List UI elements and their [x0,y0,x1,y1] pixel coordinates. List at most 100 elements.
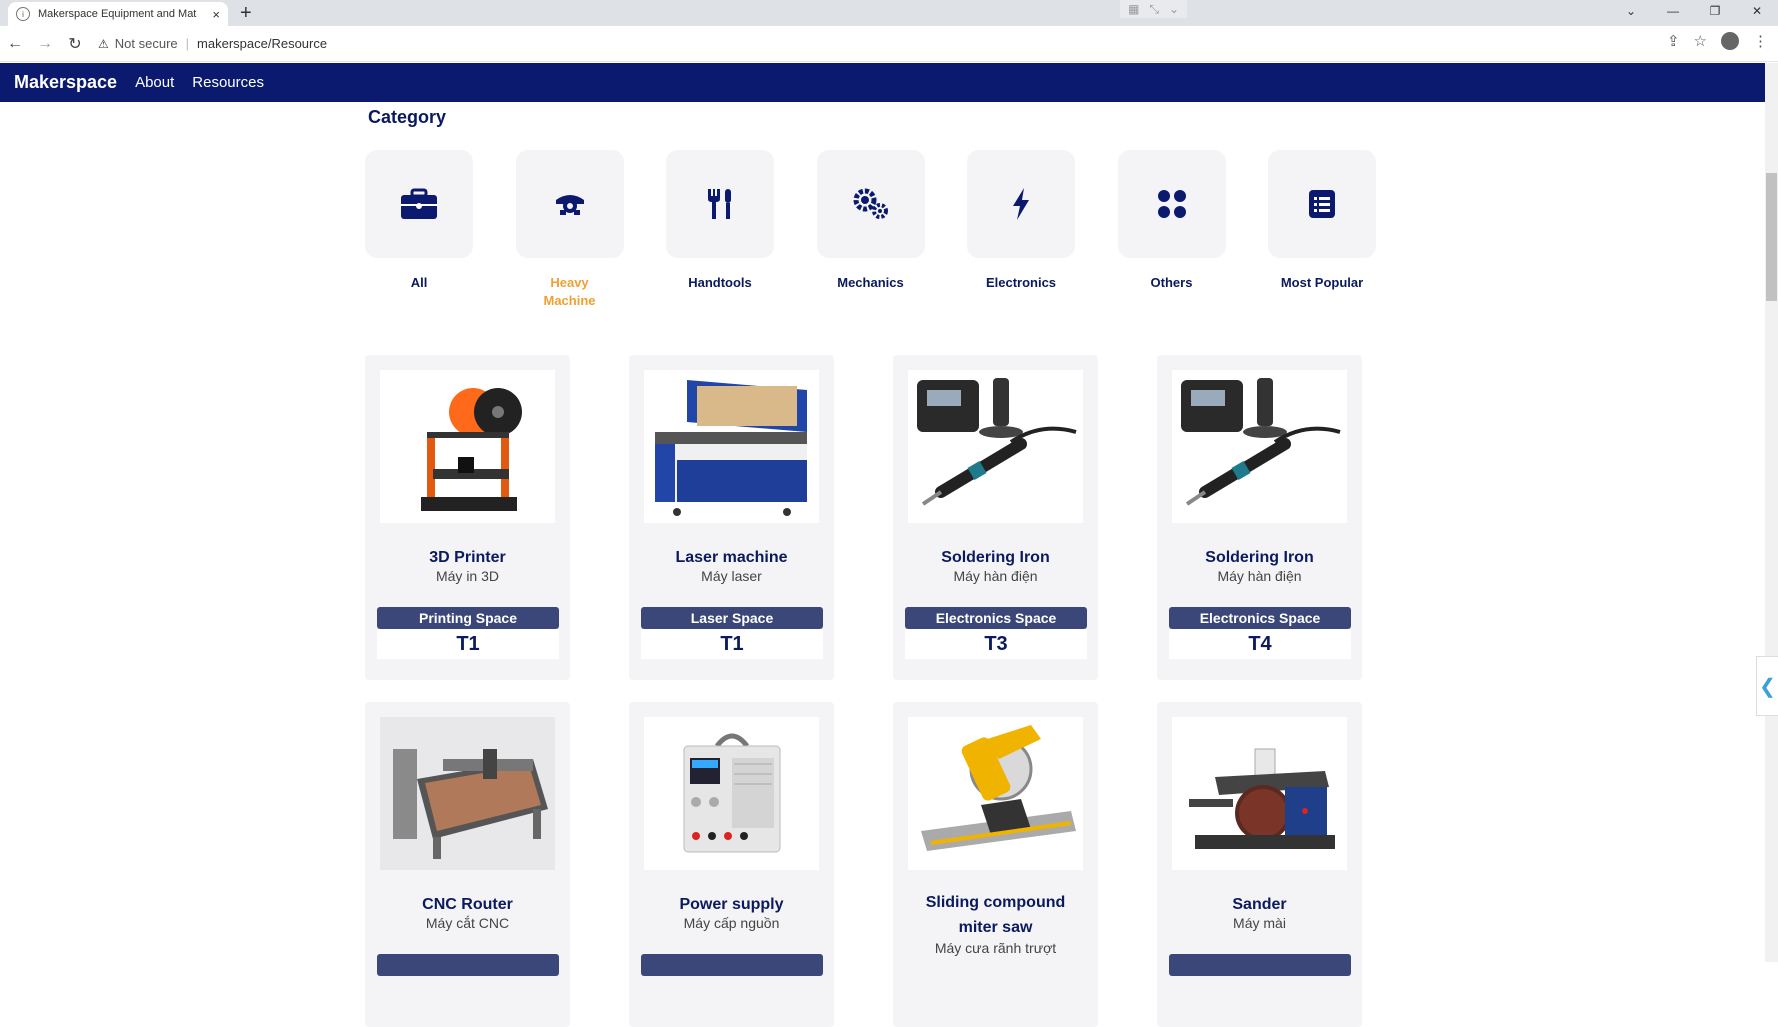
soldering-iron-image [1172,370,1347,523]
chevron-down-icon[interactable]: ⌄ [1169,2,1179,16]
app-navbar: Makerspace About Resources [0,63,1765,102]
cnc-router-image [380,717,555,870]
tools-icon [708,189,731,219]
product-subtitle: Máy in 3D [435,568,500,584]
gears-icon [853,188,888,219]
category-all[interactable]: All [365,150,473,310]
browser-tab[interactable]: i Makerspace Equipment and Mat × [8,2,228,26]
category-others[interactable]: Others [1117,150,1226,310]
category-box[interactable] [1268,150,1376,258]
forward-icon[interactable]: → [30,35,60,53]
product-name: Sander [1232,896,1287,913]
category-box[interactable] [515,150,624,258]
scroll-thumb[interactable] [1766,173,1777,301]
favicon-icon: i [16,7,30,21]
soldering-iron-image [908,370,1083,523]
category-box[interactable] [816,150,925,258]
product-subtitle: Máy hàn điện [1217,568,1302,584]
nav-link-resources[interactable]: Resources [192,74,264,91]
miter-saw-image [908,717,1083,870]
product-subtitle: Máy cấp nguồn [683,915,780,931]
toolbox-icon [401,188,437,219]
url-text: makerspace/Resource [197,36,328,51]
brand-logo[interactable]: Makerspace [14,72,117,93]
location-label: T1 [641,629,823,659]
window-close-icon[interactable]: ✕ [1736,0,1778,24]
toolbar-actions: ⇪ ☆ ⋮ [1667,32,1768,50]
shrink-icon[interactable]: ⤡ [1149,2,1159,16]
3d-printer-image [380,370,555,523]
location-label: T1 [377,629,559,659]
category-label: Most Popular [1280,275,1364,290]
category-label: Heavy Machine [543,275,596,308]
side-panel-toggle[interactable]: ❮ [1756,656,1778,716]
back-icon[interactable]: ← [0,35,30,53]
product-name: 3D Printer [429,549,506,566]
product-subtitle: Máy cắt CNC [425,915,510,931]
laser-machine-image [644,370,819,523]
grid-icon[interactable]: ▦ [1128,2,1139,16]
product-card[interactable]: 3D Printer Máy in 3D Printing Space T1 [365,355,570,680]
browser-tabstrip: i Makerspace Equipment and Mat × + ▦ ⤡ ⌄… [0,0,1778,26]
product-card[interactable]: Soldering Iron Máy hàn điện Electronics … [1157,355,1362,680]
chevron-left-icon: ❮ [1759,675,1776,698]
product-name: Power supply [679,896,784,913]
window-controls: ⌄ — ❐ ✕ [1610,0,1778,24]
product-subtitle: Máy cưa rãnh trượt [934,940,1057,956]
share-icon[interactable]: ⇪ [1667,32,1680,50]
window-tools: ▦ ⤡ ⌄ [1120,0,1188,18]
space-badge: Laser Space [641,607,823,629]
category-label: Handtools [688,275,752,290]
browser-toolbar: ← → ↻ ⚠ Not secure | makerspace/Resource… [0,26,1778,62]
list-icon [1309,190,1335,218]
category-box[interactable] [666,150,774,258]
space-badge: Printing Space [377,607,559,629]
category-box[interactable] [967,150,1075,258]
security-label: Not secure [114,36,178,51]
minimize-icon[interactable]: — [1652,0,1694,24]
bolt-icon [1013,188,1029,220]
dots-icon [1157,190,1186,218]
category-title: Category [368,107,447,127]
tab-title: Makerspace Equipment and Mat [38,8,197,20]
restore-icon[interactable]: ❐ [1694,0,1736,24]
category-label: All [410,275,428,290]
space-badge: Electronics Space [905,607,1087,629]
product-card[interactable]: Sliding compound miter saw Máy cưa rãnh … [893,702,1098,1027]
profile-icon[interactable] [1721,32,1739,50]
page-scrollbar[interactable] [1765,63,1778,962]
space-badge [377,954,559,976]
category-label: Electronics [985,275,1057,290]
tab-close-icon[interactable]: × [212,7,220,22]
location-label: T4 [1169,629,1351,659]
address-bar[interactable]: ⚠ Not secure | makerspace/Resource [98,36,327,51]
nav-link-about[interactable]: About [135,74,174,91]
product-subtitle: Máy mài [1233,915,1286,931]
product-name: Soldering Iron [941,549,1050,566]
product-card[interactable]: Sander Máy mài [1157,702,1362,1027]
product-subtitle: Máy laser [701,568,762,584]
product-name: Laser machine [675,549,788,566]
category-box[interactable] [365,150,473,258]
category-mechanics[interactable]: Mechanics [816,150,925,310]
product-card[interactable]: CNC Router Máy cắt CNC [365,702,570,1027]
product-card[interactable]: Soldering Iron Máy hàn điện Electronics … [893,355,1098,680]
tab-search-icon[interactable]: ⌄ [1610,0,1652,24]
category-heavy-machine[interactable]: Heavy Machine [515,150,624,310]
product-name: CNC Router [422,896,513,913]
menu-icon[interactable]: ⋮ [1753,32,1768,50]
category-handtools[interactable]: Handtools [666,150,774,310]
category-electronics[interactable]: Electronics [967,150,1075,310]
location-label: T3 [905,629,1087,659]
new-tab-button[interactable]: + [240,2,252,25]
warning-icon: ⚠ [98,36,109,51]
category-label: Others [1150,275,1193,290]
category-most-popular[interactable]: Most Popular [1268,150,1376,310]
product-card[interactable]: Power supply Máy cấp nguồn [629,702,834,1027]
product-card[interactable]: Laser machine Máy laser Laser Space T1 [629,355,834,680]
address-separator: | [185,36,190,51]
space-badge: Electronics Space [1169,607,1351,629]
category-box[interactable] [1117,150,1226,258]
star-icon[interactable]: ☆ [1694,32,1707,50]
reload-icon[interactable]: ↻ [60,34,90,54]
